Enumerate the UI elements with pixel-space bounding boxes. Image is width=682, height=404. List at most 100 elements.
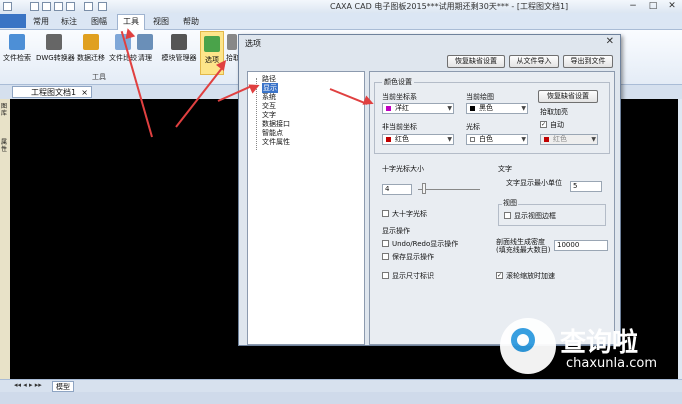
chevron-down-icon: ▼ — [447, 105, 452, 112]
options-dialog: 选项 ✕ 恢复缺省设置 从文件导入 导出到文件 路径 显示 系统 交互 文字 数… — [238, 34, 621, 346]
text-group-label: 文字 — [498, 165, 512, 173]
tab-view[interactable]: 视图 — [150, 15, 172, 29]
title-bar: CAXA CAD 电子图板2015***试用期还剩30天*** - [工程图文档… — [0, 0, 682, 13]
dwg-converter-label: DWG转换器 — [36, 54, 75, 62]
restore-color-default-button[interactable]: 恢复缺省设置 — [538, 90, 598, 103]
undo-redo-display-label: Undo/Redo显示操作 — [392, 240, 459, 248]
black-swatch — [470, 106, 475, 111]
dwg-converter-icon — [46, 34, 62, 50]
clean-button[interactable]: 清理 — [132, 34, 158, 74]
text-min-unit-label: 文字显示最小单位 — [506, 179, 562, 187]
big-crosshair-label: 大十字光标 — [392, 210, 427, 218]
print-icon[interactable] — [66, 2, 75, 11]
tab-sheet[interactable]: 图幅 — [88, 15, 110, 29]
module-manager-label: 模块管理器 — [161, 54, 197, 62]
watermark-url: chaxunla.com — [566, 356, 657, 371]
save-icon[interactable] — [54, 2, 63, 11]
chevron-down-icon: ▼ — [591, 136, 596, 143]
clean-icon — [137, 34, 153, 50]
current-drawing-color-select[interactable]: 黑色 ▼ — [466, 103, 528, 114]
current-coord-label: 当前坐标系 — [382, 93, 417, 101]
show-dimension-checkbox[interactable] — [382, 272, 389, 279]
crosshair-size-input[interactable]: 4 — [382, 184, 412, 195]
hatch-density-label: 剖面线生成密度(填充线最大数目) — [496, 238, 551, 254]
maximize-button[interactable]: □ — [644, 0, 662, 12]
document-tab-label: 工程图文档1 — [31, 88, 77, 97]
show-viewport-border-label: 显示视图边框 — [514, 212, 556, 220]
current-drawing-color-value: 黑色 — [479, 104, 493, 112]
show-dimension-label: 显示尺寸标识 — [392, 272, 434, 280]
save-display-ops-checkbox[interactable] — [382, 253, 389, 260]
open-file-icon[interactable] — [42, 2, 51, 11]
current-drawing-label: 当前绘图 — [466, 93, 494, 101]
library-panel-tab[interactable]: 图库 — [1, 103, 9, 117]
ribbon-group-label: 工具 — [92, 73, 106, 81]
restore-default-button[interactable]: 恢复缺省设置 — [447, 55, 505, 68]
cursor-color-label: 光标 — [466, 123, 480, 131]
magenta-swatch — [386, 106, 391, 111]
wheel-zoom-accel-checkbox[interactable]: ✓ — [496, 272, 503, 279]
pick-highlight-color-select[interactable]: 红色 ▼ — [540, 134, 598, 145]
import-from-file-button[interactable]: 从文件导入 — [509, 55, 559, 68]
app-menu-button[interactable] — [0, 14, 26, 28]
noncurrent-coord-color-select[interactable]: 红色 ▼ — [382, 134, 454, 145]
chevron-down-icon: ▼ — [521, 136, 526, 143]
viewport-group-label: 视图 — [502, 198, 518, 208]
dialog-close-button[interactable]: ✕ — [606, 36, 614, 47]
data-migration-icon — [83, 34, 99, 50]
file-search-icon — [9, 34, 25, 50]
show-viewport-border-checkbox[interactable] — [504, 212, 511, 219]
chevron-down-icon: ▼ — [447, 136, 452, 143]
color-settings-label: 颜色设置 — [382, 77, 414, 87]
save-display-ops-label: 保存显示操作 — [392, 253, 434, 261]
wheel-zoom-accel-label: 滚轮缩放时加速 — [506, 272, 555, 280]
layout-tab-bar: ◂◂ ◂ ▸ ▸▸ 模型 — [0, 379, 682, 393]
minimize-button[interactable]: − — [624, 0, 642, 12]
options-tree: 路径 显示 系统 交互 文字 数据接口 智能点 文件属性 — [247, 71, 365, 345]
text-min-unit-input[interactable]: 5 — [570, 181, 602, 192]
tab-help[interactable]: 帮助 — [180, 15, 202, 29]
ribbon-tab-bar: 常用 标注 图幅 工具 视图 帮助 — [0, 13, 682, 30]
display-ops-label: 显示操作 — [382, 227, 410, 235]
data-migration-label: 数据迁移 — [77, 54, 105, 62]
crosshair-size-slider-thumb[interactable] — [422, 183, 426, 194]
close-tab-icon[interactable]: × — [81, 87, 88, 98]
export-to-file-button[interactable]: 导出到文件 — [563, 55, 613, 68]
white-swatch — [470, 137, 475, 142]
document-tab[interactable]: 工程图文档1 × — [12, 86, 92, 98]
chevron-down-icon: ▼ — [521, 105, 526, 112]
auto-highlight-checkbox[interactable]: ✓ — [540, 121, 547, 128]
clean-label: 清理 — [138, 54, 152, 62]
data-migration-button[interactable]: 数据迁移 — [74, 34, 108, 74]
tab-annotation[interactable]: 标注 — [58, 15, 80, 29]
dwg-converter-button[interactable]: DWG转换器 — [36, 34, 75, 74]
module-manager-button[interactable]: 模块管理器 — [160, 34, 198, 74]
auto-highlight-label: 自动 — [550, 121, 564, 129]
noncurrent-coord-color-value: 红色 — [395, 135, 409, 143]
module-manager-icon — [171, 34, 187, 50]
new-file-icon[interactable] — [30, 2, 39, 11]
tab-scroll-arrows-icon[interactable]: ◂◂ ◂ ▸ ▸▸ — [14, 381, 42, 389]
undo-icon[interactable] — [84, 2, 93, 11]
pick-highlight-color-value: 红色 — [553, 135, 567, 143]
app-logo-icon — [3, 2, 12, 11]
crosshair-size-slider-track — [418, 189, 480, 190]
big-crosshair-checkbox[interactable] — [382, 210, 389, 217]
redo-icon[interactable] — [98, 2, 107, 11]
hatch-density-input[interactable]: 10000 — [554, 240, 608, 251]
dialog-title: 选项 — [245, 39, 261, 48]
tree-item-file-properties[interactable]: 文件属性 — [262, 137, 290, 147]
properties-panel-tab[interactable]: 属性 — [1, 139, 9, 153]
file-search-label: 文件检索 — [3, 54, 31, 62]
pick-button[interactable]: 拾取 — [226, 34, 238, 74]
current-coord-color-value: 洋红 — [395, 104, 409, 112]
model-tab[interactable]: 模型 — [52, 381, 74, 392]
watermark-logo-icon — [500, 318, 556, 374]
file-search-button[interactable]: 文件检索 — [0, 34, 34, 74]
cursor-color-select[interactable]: 白色 ▼ — [466, 134, 528, 145]
tab-common[interactable]: 常用 — [30, 15, 52, 29]
current-coord-color-select[interactable]: 洋红 ▼ — [382, 103, 454, 114]
close-button[interactable]: ✕ — [663, 0, 681, 12]
noncurrent-coord-label: 非当前坐标 — [382, 123, 417, 131]
undo-redo-display-checkbox[interactable] — [382, 240, 389, 247]
